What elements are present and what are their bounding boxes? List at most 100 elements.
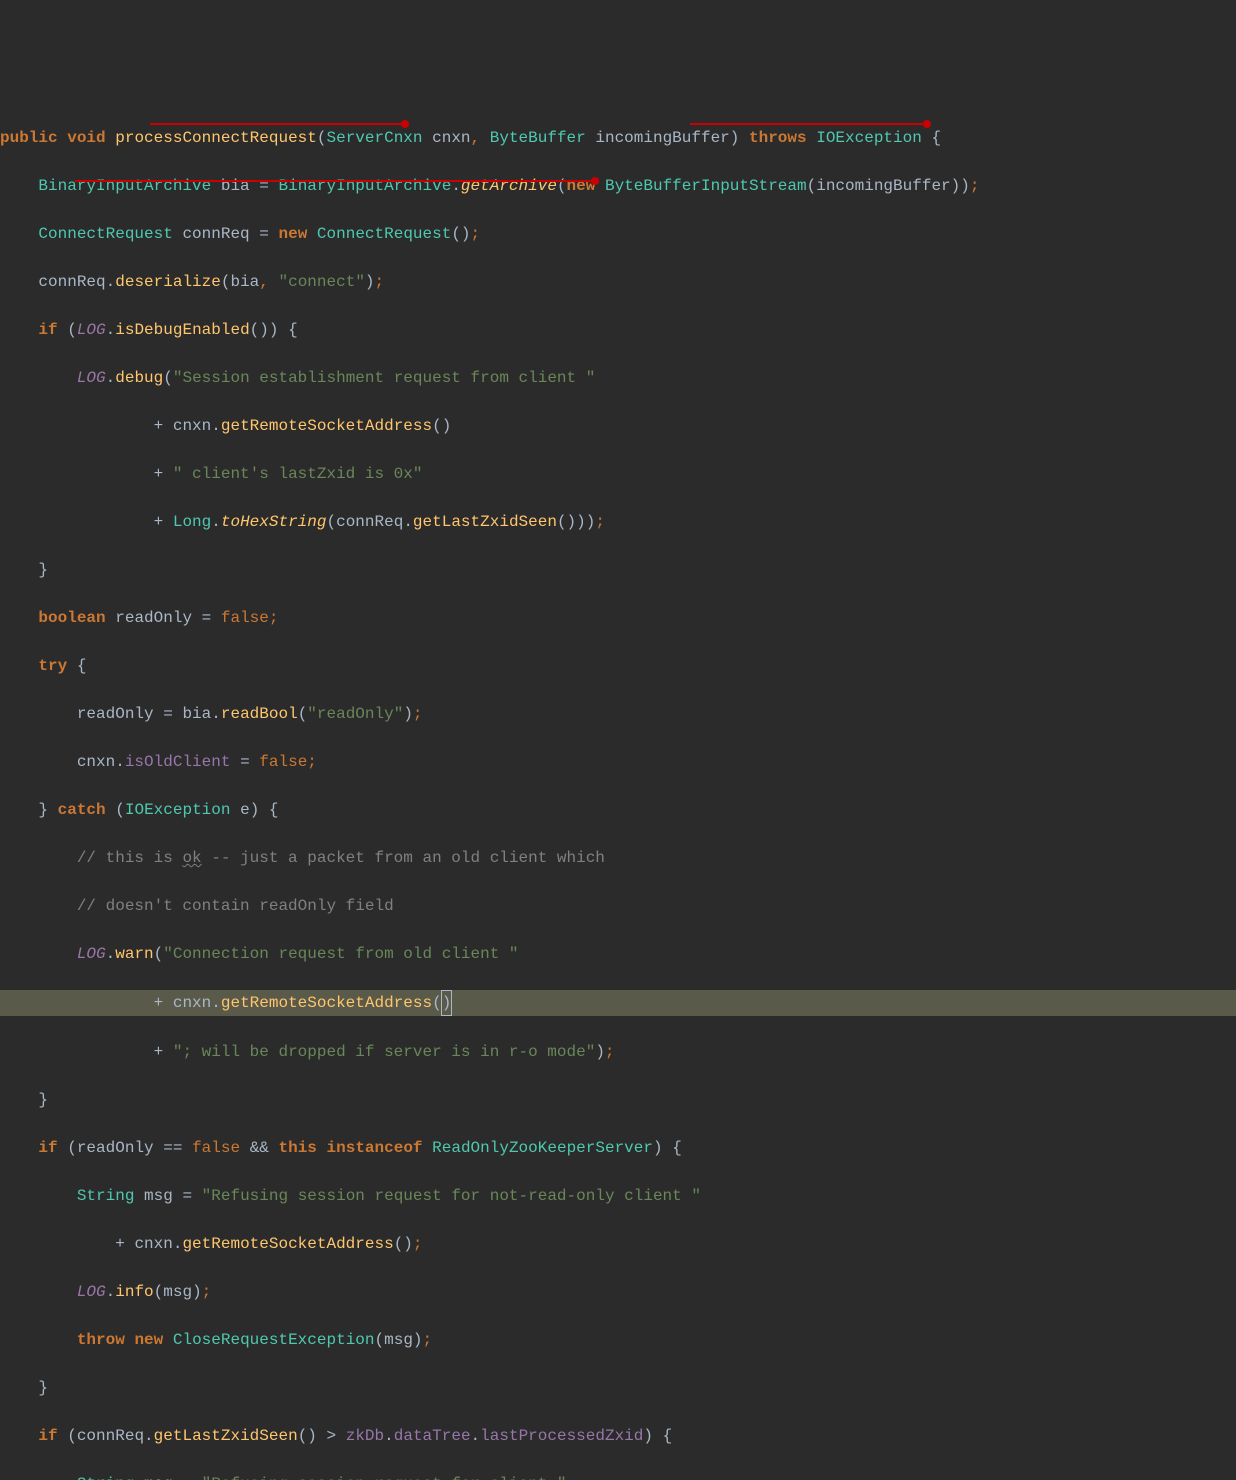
- code-line[interactable]: } catch (IOException e) {: [0, 798, 1236, 822]
- obj: cnxn: [134, 1235, 172, 1253]
- code-line[interactable]: if (LOG.isDebugEnabled()) {: [0, 318, 1236, 342]
- obj: connReq: [77, 1427, 144, 1445]
- arg: incomingBuffer: [816, 177, 950, 195]
- code-line[interactable]: ConnectRequest connReq = new ConnectRequ…: [0, 222, 1236, 246]
- dot: .: [211, 705, 221, 723]
- string: "Session establishment request from clie…: [173, 369, 595, 387]
- equals: =: [163, 705, 173, 723]
- var: readOnly: [115, 609, 192, 627]
- method-name: processConnectRequest: [115, 129, 317, 147]
- code-line[interactable]: + Long.toHexString(connReq.getLastZxidSe…: [0, 510, 1236, 534]
- code-line[interactable]: String msg = "Refusing session request f…: [0, 1184, 1236, 1208]
- method-call: getRemoteSocketAddress: [221, 417, 432, 435]
- code-line[interactable]: LOG.info(msg);: [0, 1280, 1236, 1304]
- var: readOnly: [77, 1139, 154, 1157]
- code-line[interactable]: connReq.deserialize(bia, "connect");: [0, 270, 1236, 294]
- dot: .: [173, 1235, 183, 1253]
- code-line[interactable]: if (connReq.getLastZxidSeen() > zkDb.dat…: [0, 1424, 1236, 1448]
- brace: {: [269, 801, 279, 819]
- dot: .: [106, 321, 116, 339]
- semi: ;: [970, 177, 980, 195]
- semi: ;: [202, 1283, 212, 1301]
- op: >: [327, 1427, 337, 1445]
- paren: (: [154, 945, 164, 963]
- code-line[interactable]: }: [0, 1088, 1236, 1112]
- code-line[interactable]: readOnly = bia.readBool("readOnly");: [0, 702, 1236, 726]
- paren: ()): [250, 321, 279, 339]
- code-line[interactable]: String msg = "Refusing session request f…: [0, 1472, 1236, 1480]
- keyword-this: this: [279, 1139, 317, 1157]
- paren: )): [951, 177, 970, 195]
- field: LOG: [77, 321, 106, 339]
- code-line[interactable]: if (readOnly == false && this instanceof…: [0, 1136, 1236, 1160]
- string: "connect": [279, 273, 365, 291]
- plus: +: [154, 994, 164, 1012]
- keyword-public: public: [0, 129, 58, 147]
- field: LOG: [77, 1283, 106, 1301]
- brace: }: [38, 801, 48, 819]
- keyword-if: if: [38, 1427, 57, 1445]
- code-line[interactable]: // this is ok -- just a packet from an o…: [0, 846, 1236, 870]
- field: isOldClient: [125, 753, 231, 771]
- paren: ): [365, 273, 375, 291]
- dot: .: [211, 417, 221, 435]
- literal: false: [192, 1139, 240, 1157]
- code-line[interactable]: throw new CloseRequestException(msg);: [0, 1328, 1236, 1352]
- dot: .: [211, 513, 221, 531]
- code-line[interactable]: BinaryInputArchive bia = BinaryInputArch…: [0, 174, 1236, 198]
- code-line[interactable]: boolean readOnly = false;: [0, 606, 1236, 630]
- code-line[interactable]: + cnxn.getRemoteSocketAddress(): [0, 414, 1236, 438]
- code-line[interactable]: cnxn.isOldClient = false;: [0, 750, 1236, 774]
- code-line[interactable]: try {: [0, 654, 1236, 678]
- method-call: getLastZxidSeen: [154, 1427, 298, 1445]
- method-call: info: [115, 1283, 153, 1301]
- annotation-underline: [75, 180, 595, 182]
- paren: ): [730, 129, 740, 147]
- obj: cnxn: [173, 417, 211, 435]
- string: "Connection request from old client ": [163, 945, 518, 963]
- paren: (: [326, 513, 336, 531]
- method-call: isDebugEnabled: [115, 321, 249, 339]
- code-line-highlighted[interactable]: + cnxn.getRemoteSocketAddress(): [0, 990, 1236, 1016]
- method-call: toHexString: [221, 513, 327, 531]
- field: lastProcessedZxid: [480, 1427, 643, 1445]
- type: String: [77, 1475, 135, 1480]
- paren: (): [298, 1427, 317, 1445]
- dot: .: [106, 1283, 116, 1301]
- paren: ): [595, 1043, 605, 1061]
- var: connReq: [182, 225, 249, 243]
- method-call: getLastZxidSeen: [413, 513, 557, 531]
- code-line[interactable]: }: [0, 558, 1236, 582]
- type: ServerCnxn: [326, 129, 422, 147]
- dot: .: [384, 1427, 394, 1445]
- paren: (: [67, 1427, 77, 1445]
- dot: .: [106, 369, 116, 387]
- code-line[interactable]: + cnxn.getRemoteSocketAddress();: [0, 1232, 1236, 1256]
- code-line[interactable]: public void processConnectRequest(Server…: [0, 126, 1236, 150]
- type: ReadOnlyZooKeeperServer: [432, 1139, 653, 1157]
- plus: +: [154, 513, 164, 531]
- brace: {: [663, 1427, 673, 1445]
- method-call: getRemoteSocketAddress: [221, 994, 432, 1012]
- keyword-instanceof: instanceof: [327, 1139, 423, 1157]
- dot: .: [471, 1427, 481, 1445]
- field: LOG: [77, 945, 106, 963]
- param: cnxn: [432, 129, 470, 147]
- semi: ;: [269, 609, 279, 627]
- code-line[interactable]: // doesn't contain readOnly field: [0, 894, 1236, 918]
- brace: {: [672, 1139, 682, 1157]
- paren: (): [451, 225, 470, 243]
- type: Long: [173, 513, 211, 531]
- brace: }: [38, 1091, 48, 1109]
- arg: bia: [230, 273, 259, 291]
- code-line[interactable]: LOG.debug("Session establishment request…: [0, 366, 1236, 390]
- brace: {: [77, 657, 87, 675]
- code-line[interactable]: + "; will be dropped if server is in r-o…: [0, 1040, 1236, 1064]
- code-line[interactable]: LOG.warn("Connection request from old cl…: [0, 942, 1236, 966]
- string: "; will be dropped if server is in r-o m…: [173, 1043, 595, 1061]
- code-line[interactable]: + " client's lastZxid is 0x": [0, 462, 1236, 486]
- keyword-new: new: [278, 225, 307, 243]
- op: ==: [163, 1139, 182, 1157]
- code-editor[interactable]: public void processConnectRequest(Server…: [0, 96, 1236, 1480]
- code-line[interactable]: }: [0, 1376, 1236, 1400]
